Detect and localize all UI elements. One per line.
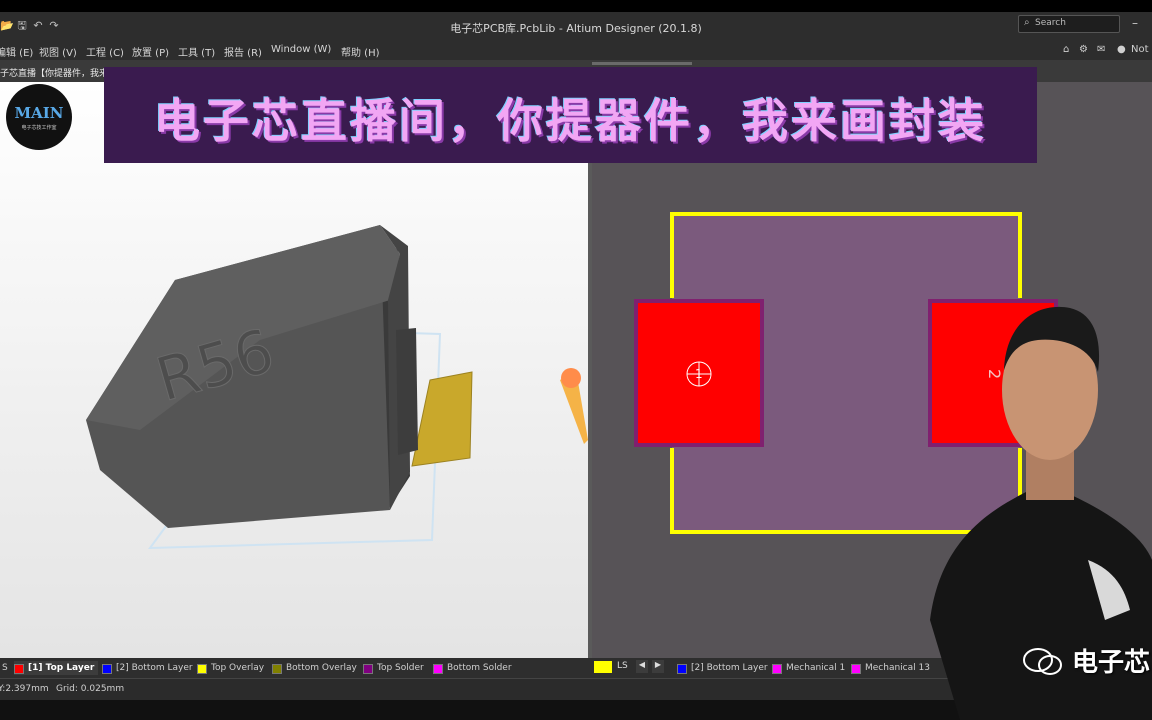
layer-set-label[interactable]: LS xyxy=(617,661,628,671)
minimize-button[interactable]: – xyxy=(1132,16,1138,30)
layer-tab-mechanical-1[interactable]: Mechanical 1 xyxy=(772,661,845,675)
current-layer-swatch xyxy=(594,661,612,673)
menu-bar: 编辑 (E) 视图 (V) 工程 (C) 放置 (P) 工具 (T) 报告 (R… xyxy=(0,40,1152,60)
logo-main-text: MAIN xyxy=(14,104,64,122)
gear-icon[interactable]: ⚙ xyxy=(1079,44,1088,55)
layer-tab-bottom-layer[interactable]: [2] Bottom Layer xyxy=(102,661,193,675)
home-icon[interactable]: ⌂ xyxy=(1063,44,1069,55)
menu-view[interactable]: 视图 (V) xyxy=(39,44,77,59)
stream-banner: 电子芯直播间，你提器件，我来画封装 xyxy=(104,67,1037,163)
layer-tab-bottom-layer-2[interactable]: [2] Bottom Layer xyxy=(677,661,768,675)
tab-indicator xyxy=(592,62,692,65)
search-icon: ⌕ xyxy=(1024,17,1030,28)
user-status-label[interactable]: Not xyxy=(1131,44,1149,55)
channel-logo: MAIN 电子芯技工作室 xyxy=(6,84,72,150)
menu-tools[interactable]: 工具 (T) xyxy=(178,44,215,59)
logo-sub-text: 电子芯技工作室 xyxy=(21,125,57,131)
window-title: 电子芯PCB库.PcbLib - Altium Designer (20.1.8… xyxy=(450,22,702,35)
layer-tab-bottom-solder[interactable]: Bottom Solder xyxy=(433,661,512,675)
notifications-icon[interactable]: ✉ xyxy=(1097,44,1105,55)
layer-tab-top-overlay[interactable]: Top Overlay xyxy=(197,661,264,675)
document-tab[interactable]: 子芯直播【你提器件，我来 xyxy=(0,66,108,79)
cursor-coordinates: Y:2.397mm xyxy=(0,684,49,694)
watermark-text: 电子芯 xyxy=(1072,648,1151,678)
wechat-icon xyxy=(1023,648,1062,675)
grid-size: Grid: 0.025mm xyxy=(56,684,125,694)
3d-component-model: R56 xyxy=(86,225,588,550)
layer-next-icon[interactable]: ▶ xyxy=(652,660,664,673)
menu-reports[interactable]: 报告 (R) xyxy=(224,44,262,59)
layer-tab-top-layer[interactable]: [1] Top Layer xyxy=(14,661,99,675)
3d-view[interactable]: R56 xyxy=(0,82,588,658)
search-placeholder: Search xyxy=(1035,18,1066,28)
user-icon[interactable]: ● xyxy=(1117,44,1126,55)
banner-title: 电子芯直播间，你提器件，我来画封装 xyxy=(154,94,987,148)
menu-help[interactable]: 帮助 (H) xyxy=(341,44,380,59)
menu-edit[interactable]: 编辑 (E) xyxy=(0,44,33,59)
layer-tab-ls[interactable]: S xyxy=(0,661,8,675)
layer-prev-icon[interactable]: ◀ xyxy=(636,660,648,673)
search-input[interactable]: ⌕ Search xyxy=(1018,15,1120,33)
pad1-label: 1 xyxy=(695,367,703,381)
layer-tab-mechanical-13[interactable]: Mechanical 13 xyxy=(851,661,930,675)
menu-project[interactable]: 工程 (C) xyxy=(86,44,124,59)
menu-window[interactable]: Window (W) xyxy=(271,44,331,55)
layer-tab-bottom-overlay[interactable]: Bottom Overlay xyxy=(272,661,357,675)
layer-tab-top-solder[interactable]: Top Solder xyxy=(363,661,424,675)
menu-place[interactable]: 放置 (P) xyxy=(132,44,169,59)
top-edge xyxy=(0,0,1152,12)
